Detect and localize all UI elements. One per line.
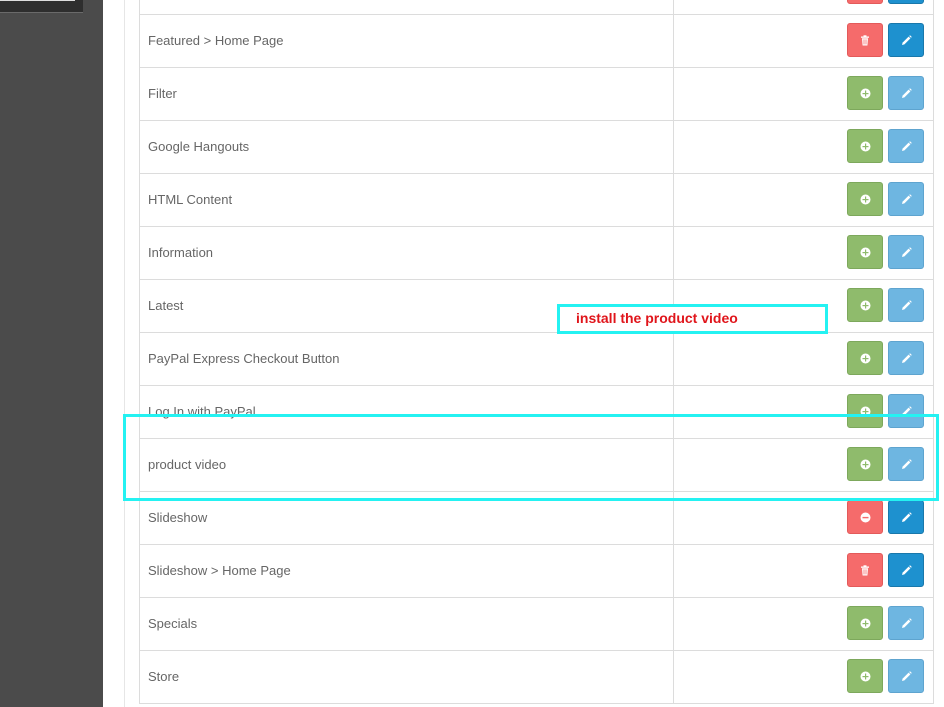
pencil-icon	[901, 140, 912, 152]
trash-icon	[860, 564, 870, 576]
column-separator	[673, 651, 674, 703]
module-name: Store	[148, 669, 180, 684]
edit-button[interactable]	[888, 235, 924, 269]
delete-button[interactable]	[847, 23, 883, 57]
column-separator	[673, 174, 674, 226]
column-separator	[673, 227, 674, 279]
column-separator	[673, 68, 674, 120]
pencil-icon	[901, 511, 912, 523]
pencil-icon	[901, 34, 912, 46]
plus-circle-icon	[860, 618, 871, 629]
extension-modules-table: Featured > Home Page Filter Google Hangout…	[139, 0, 934, 704]
pencil-icon	[901, 564, 912, 576]
table-row	[140, 0, 933, 15]
install-button[interactable]	[847, 76, 883, 110]
edit-button[interactable]	[888, 500, 924, 534]
column-separator	[673, 15, 674, 67]
install-button[interactable]	[847, 235, 883, 269]
edit-button[interactable]	[888, 76, 924, 110]
table-row: Store	[140, 651, 933, 703]
edit-button[interactable]	[888, 659, 924, 693]
annotation-callout-text: install the product video	[576, 310, 738, 326]
table-row: Featured > Home Page	[140, 15, 933, 68]
table-row: Slideshow > Home Page	[140, 545, 933, 598]
column-separator	[673, 598, 674, 650]
install-button[interactable]	[847, 288, 883, 322]
install-button[interactable]	[847, 182, 883, 216]
table-row: HTML Content	[140, 174, 933, 227]
plus-circle-icon	[860, 194, 871, 205]
pencil-icon	[901, 299, 912, 311]
plus-circle-icon	[860, 247, 871, 258]
module-name: Slideshow > Home Page	[148, 563, 291, 578]
plus-circle-icon	[860, 141, 871, 152]
plus-circle-icon	[860, 671, 871, 682]
module-name: Specials	[148, 616, 198, 631]
column-separator	[673, 121, 674, 173]
annotation-highlight-product-video-row	[123, 414, 939, 501]
edit-button[interactable]	[888, 288, 924, 322]
annotation-callout: install the product video	[557, 304, 828, 334]
uninstall-button[interactable]	[847, 500, 883, 534]
trash-icon	[860, 34, 870, 46]
plus-circle-icon	[860, 353, 871, 364]
module-name: HTML Content	[148, 192, 233, 207]
edit-button[interactable]	[888, 341, 924, 375]
pencil-icon	[901, 617, 912, 629]
install-button[interactable]	[847, 129, 883, 163]
edit-button[interactable]	[888, 23, 924, 57]
sidebar-menu-underline	[0, 0, 75, 1]
column-separator	[673, 545, 674, 597]
plus-circle-icon	[860, 88, 871, 99]
module-name: Filter	[148, 86, 177, 101]
table-row: Filter	[140, 68, 933, 121]
edit-button[interactable]	[888, 182, 924, 216]
left-sidebar	[0, 0, 103, 707]
install-button[interactable]	[847, 341, 883, 375]
edit-button[interactable]	[888, 553, 924, 587]
module-name: Featured > Home Page	[148, 33, 284, 48]
plus-circle-icon	[860, 300, 871, 311]
pencil-icon	[901, 670, 912, 682]
column-separator	[673, 0, 674, 14]
module-name: PayPal Express Checkout Button	[148, 351, 340, 366]
pencil-icon	[901, 193, 912, 205]
table-row: Information	[140, 227, 933, 280]
module-name: Information	[148, 245, 214, 260]
module-name: Latest	[148, 298, 184, 313]
edit-button[interactable]	[888, 0, 924, 4]
module-name: Google Hangouts	[148, 139, 250, 154]
pencil-icon	[901, 352, 912, 364]
minus-circle-icon	[860, 512, 871, 523]
content-panel-border	[124, 0, 125, 707]
install-button[interactable]	[847, 659, 883, 693]
pencil-icon	[901, 87, 912, 99]
table-row: PayPal Express Checkout Button	[140, 333, 933, 386]
column-separator	[673, 333, 674, 385]
table-row: Google Hangouts	[140, 121, 933, 174]
edit-button[interactable]	[888, 606, 924, 640]
sidebar-menu-item[interactable]	[0, 0, 83, 13]
delete-button[interactable]	[847, 553, 883, 587]
edit-button[interactable]	[888, 129, 924, 163]
table-row: Specials	[140, 598, 933, 651]
uninstall-button[interactable]	[847, 0, 883, 4]
pencil-icon	[901, 246, 912, 258]
install-button[interactable]	[847, 606, 883, 640]
